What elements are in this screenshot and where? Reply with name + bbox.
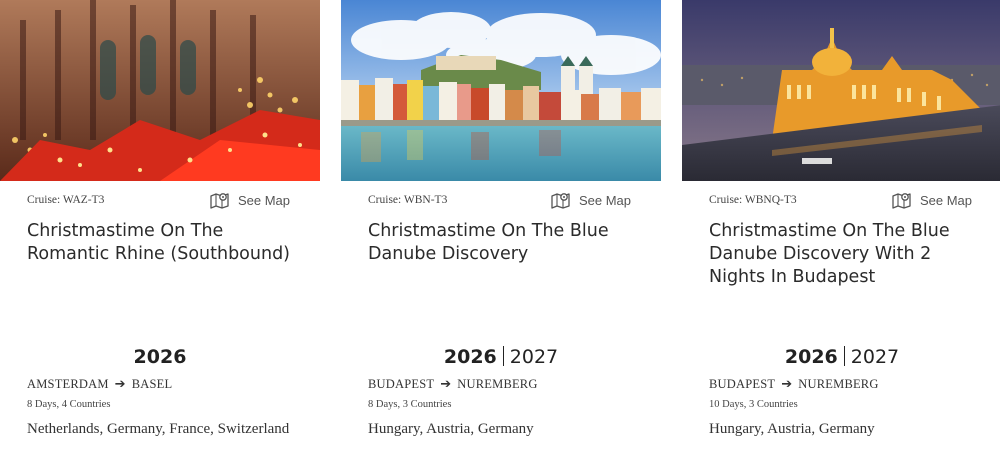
cruise-code: Cruise: WBNQ-T3: [709, 194, 797, 206]
year-option-2027[interactable]: 2027: [851, 346, 899, 368]
route: BUDAPEST ➔ NUREMBERG: [368, 377, 538, 392]
see-map-link[interactable]: See Map: [551, 191, 631, 210]
see-map-label: See Map: [237, 193, 290, 208]
year-selector: 2026 2027: [682, 346, 1000, 368]
cruise-title[interactable]: Christmastime On The Blue Danube Discove…: [709, 220, 991, 289]
year-selector: 2026 2027: [341, 346, 661, 368]
arrow-right-icon: ➔: [781, 377, 793, 392]
trip-duration: 10 Days, 3 Countries: [709, 399, 798, 410]
see-map-label: See Map: [919, 193, 972, 208]
cruise-card[interactable]: Cruise: WBNQ-T3 See Map Christmastime On…: [682, 0, 1000, 472]
route-to: NUREMBERG: [457, 377, 538, 391]
year-divider: [843, 346, 845, 366]
see-map-link[interactable]: See Map: [210, 191, 290, 210]
map-icon: [551, 193, 570, 209]
arrow-right-icon: ➔: [114, 377, 126, 392]
map-icon: [210, 193, 229, 209]
route-to: NUREMBERG: [798, 377, 879, 391]
parliament-image: [682, 0, 1000, 181]
cruise-title[interactable]: Christmastime On The Blue Danube Discove…: [368, 220, 650, 266]
year-option-2026[interactable]: 2026: [134, 346, 187, 368]
route-to: BASEL: [131, 377, 173, 391]
route: BUDAPEST ➔ NUREMBERG: [709, 377, 879, 392]
danube-town-image: [341, 0, 661, 181]
trip-duration: 8 Days, 3 Countries: [368, 399, 452, 410]
cruise-code: Cruise: WBN-T3: [368, 194, 448, 206]
map-icon: [892, 193, 911, 209]
arrow-right-icon: ➔: [440, 377, 452, 392]
countries-list: Hungary, Austria, Germany: [368, 421, 534, 437]
cruise-title[interactable]: Christmastime On The Romantic Rhine (Sou…: [27, 220, 309, 266]
countries-list: Hungary, Austria, Germany: [709, 421, 875, 437]
cruise-image[interactable]: [0, 0, 320, 181]
cruise-image[interactable]: [682, 0, 1000, 181]
year-option-2027[interactable]: 2027: [510, 346, 558, 368]
year-option-2026[interactable]: 2026: [785, 346, 838, 368]
cruise-image[interactable]: [341, 0, 661, 181]
route-from: AMSTERDAM: [27, 377, 109, 391]
see-map-label: See Map: [578, 193, 631, 208]
route-from: BUDAPEST: [709, 377, 776, 391]
cruise-card[interactable]: Cruise: WAZ-T3 See Map Christmastime On …: [0, 0, 320, 472]
see-map-link[interactable]: See Map: [892, 191, 972, 210]
route: AMSTERDAM ➔ BASEL: [27, 377, 172, 392]
countries-list: Netherlands, Germany, France, Switzerlan…: [27, 421, 290, 437]
cruise-code: Cruise: WAZ-T3: [27, 194, 105, 206]
year-option-2026[interactable]: 2026: [444, 346, 497, 368]
year-divider: [502, 346, 504, 366]
cathedral-image: [0, 0, 320, 181]
cruise-card[interactable]: Cruise: WBN-T3 See Map Christmastime On …: [341, 0, 661, 472]
route-from: BUDAPEST: [368, 377, 435, 391]
trip-duration: 8 Days, 4 Countries: [27, 399, 111, 410]
year-selector: 2026: [0, 346, 320, 368]
